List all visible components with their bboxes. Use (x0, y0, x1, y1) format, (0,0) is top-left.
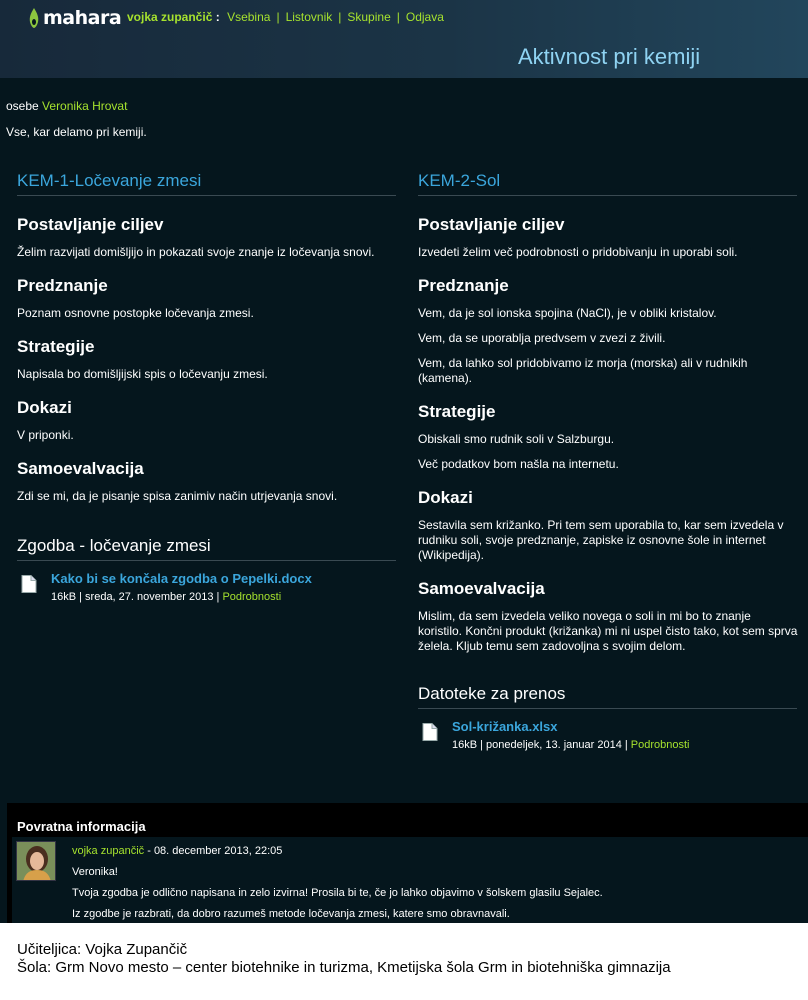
section-text: Mislim, da sem izvedela veliko novega o … (418, 609, 798, 653)
section-heading: Predznanje (17, 276, 108, 295)
file-details-link[interactable]: Podrobnosti (222, 591, 281, 603)
section-self-evaluation: Samoevalvacija Zdi se mi, da je pisanje … (17, 459, 395, 504)
nav-vsebina[interactable]: Vsebina (227, 10, 270, 24)
file-details-link[interactable]: Podrobnosti (631, 739, 690, 751)
section-evidence: Dokazi V priponki. (17, 398, 395, 443)
caption: Učiteljica: Vojka Zupančič Šola: Grm Nov… (17, 941, 671, 977)
file-link[interactable]: Kako bi se končala zgodba o Pepelki.docx (51, 571, 312, 586)
section-heading: Dokazi (418, 488, 473, 507)
avatar-photo-icon (17, 842, 55, 880)
right-column: KEM-2-Sol Postavljanje ciljev Izvedeti ž… (418, 171, 798, 751)
section-text: Izvedeti želim več podrobnosti o pridobi… (418, 245, 738, 259)
document-icon (422, 723, 438, 741)
nav-odjava[interactable]: Odjava (406, 10, 444, 24)
feedback-title: Povratna informacija (17, 819, 146, 834)
section-prior-knowledge: Predznanje Poznam osnovne postopke ločev… (17, 276, 395, 321)
section-text: Vem, da lahko sol pridobivamo iz morja (… (418, 356, 748, 385)
section-heading: Predznanje (418, 276, 509, 295)
section-text: Več podatkov bom našla na internetu. (418, 457, 619, 471)
comment-line: Iz zgodbe je razbrati, da dobro razumeš … (72, 908, 510, 920)
section-text: Želim razvijati domišljijo in pokazati s… (17, 245, 375, 259)
section-heading: Postavljanje ciljev (418, 215, 565, 234)
section-text: Vem, da se uporablja predvsem v zvezi z … (418, 331, 666, 345)
owner-prefix: osebe (6, 99, 39, 113)
section-heading: Samoevalvacija (17, 459, 144, 478)
comment-header: vojka zupančič - 08. december 2013, 22:0… (72, 845, 282, 857)
nav-listovnik[interactable]: Listovnik (286, 10, 333, 24)
owner-line: osebe Veronika Hrovat (6, 99, 127, 113)
section-heading: Postavljanje ciljev (17, 215, 164, 234)
avatar[interactable] (16, 841, 56, 881)
file-meta-text: 16kB | ponedeljek, 13. januar 2014 | (452, 739, 628, 751)
section-text: Napisala bo domišljijski spis o ločevanj… (17, 367, 268, 381)
feedback-panel: Povratna informacija vojka zupančič - 08… (7, 803, 808, 923)
caption-school: Šola: Grm Novo mesto – center biotehnike… (17, 959, 671, 976)
file-item: Sol-križanka.xlsx 16kB | ponedeljek, 13.… (418, 719, 798, 751)
user-colon: : (215, 10, 220, 24)
page-content: osebe Veronika Hrovat Vse, kar delamo pr… (0, 78, 808, 923)
top-header: mahara vojka zupančič : Vsebina | Listovni… (0, 0, 808, 78)
mahara-leaf-icon (29, 8, 39, 28)
feedback-comment: vojka zupančič - 08. december 2013, 22:0… (12, 837, 808, 923)
block-title-story: Zgodba - ločevanje zmesi (17, 536, 396, 561)
top-navigation: vojka zupančič : Vsebina | Listovnik | Skupi… (127, 10, 444, 24)
file-item: Kako bi se končala zgodba o Pepelki.docx… (17, 571, 395, 603)
comment-date: - 08. december 2013, 22:05 (147, 845, 283, 857)
section-goals: Postavljanje ciljev Želim razvijati domi… (17, 215, 395, 260)
section-text: Obiskali smo rudnik soli v Salzburgu. (418, 432, 615, 446)
comment-line: Tvoja zgodba je odlično napisana in zelo… (72, 887, 603, 899)
file-link[interactable]: Sol-križanka.xlsx (452, 719, 690, 734)
comment-line: Veronika! (72, 866, 118, 878)
owner-link[interactable]: Veronika Hrovat (42, 99, 127, 113)
file-meta: 16kB | ponedeljek, 13. januar 2014 | Pod… (452, 739, 690, 751)
document-icon (21, 575, 37, 593)
section-text: Sestavila sem križanko. Pri tem sem upor… (418, 518, 784, 562)
block-title-kem2: KEM-2-Sol (418, 171, 797, 196)
page-title: Aktivnost pri kemiji (518, 44, 701, 69)
nav-skupine[interactable]: Skupine (347, 10, 390, 24)
mahara-logo[interactable]: mahara (28, 6, 122, 30)
section-strategies: Strategije Napisala bo domišljijski spis… (17, 337, 395, 382)
section-text: Zdi se mi, da je pisanje spisa zanimiv n… (17, 489, 338, 503)
section-heading: Dokazi (17, 398, 72, 417)
file-meta-text: 16kB | sreda, 27. november 2013 | (51, 591, 220, 603)
section-text: V priponki. (17, 428, 74, 442)
caption-teacher: Učiteljica: Vojka Zupančič (17, 941, 188, 958)
comment-author[interactable]: vojka zupančič (72, 845, 144, 857)
section-text: Vem, da je sol ionska spojina (NaCl), je… (418, 306, 717, 320)
page-description: Vse, kar delamo pri kemiji. (6, 125, 147, 139)
user-name[interactable]: vojka zupančič (127, 10, 212, 24)
block-title-kem1: KEM-1-Ločevanje zmesi (17, 171, 396, 196)
section-heading: Strategije (418, 402, 496, 421)
left-column: KEM-1-Ločevanje zmesi Postavljanje cilje… (17, 171, 396, 603)
logo-text: mahara (43, 7, 122, 29)
section-heading: Samoevalvacija (418, 579, 545, 598)
block-title-downloads: Datoteke za prenos (418, 684, 797, 709)
file-meta: 16kB | sreda, 27. november 2013 | Podrob… (51, 591, 312, 603)
section-heading: Strategije (17, 337, 95, 356)
section-text: Poznam osnovne postopke ločevanja zmesi. (17, 306, 254, 320)
